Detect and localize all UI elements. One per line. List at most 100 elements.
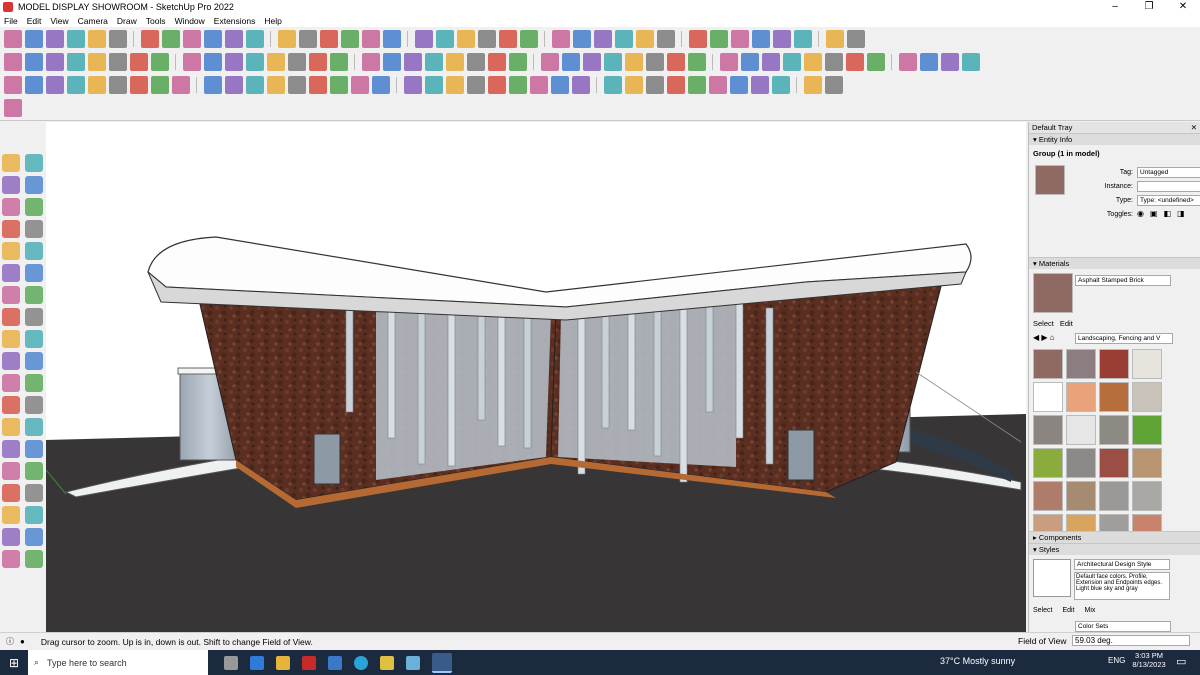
entity-info-header[interactable]: ▾ Entity Info: [1029, 133, 1200, 145]
taskbar-search-box[interactable]: ⌕ Type here to search: [28, 650, 208, 675]
left-tool-icon[interactable]: [25, 242, 43, 260]
material-preview-swatch[interactable]: [1033, 273, 1073, 313]
system-clock[interactable]: 3:03 PM 8/13/2023: [1130, 651, 1168, 669]
toolbar-tool-icon[interactable]: [689, 30, 707, 48]
left-tool-icon[interactable]: [25, 484, 43, 502]
toolbar-tool-icon[interactable]: [46, 30, 64, 48]
left-tool-icon[interactable]: [2, 418, 20, 436]
toolbar-tool-icon[interactable]: [530, 76, 548, 94]
toolbar-tool-icon[interactable]: [867, 53, 885, 71]
toolbar-tool-icon[interactable]: [794, 30, 812, 48]
toolbar-tool-icon[interactable]: [46, 53, 64, 71]
toolbar-tool-icon[interactable]: [741, 53, 759, 71]
toolbar-tool-icon[interactable]: [130, 76, 148, 94]
styles-header[interactable]: ▾ Styles: [1029, 543, 1200, 555]
toolbar-tool-icon[interactable]: [509, 53, 527, 71]
left-tool-icon[interactable]: [25, 506, 43, 524]
menu-help[interactable]: Help: [264, 16, 281, 26]
info-icon[interactable]: ⓘ: [6, 636, 14, 647]
toolbar-tool-icon[interactable]: [667, 53, 685, 71]
toolbar-tool-icon[interactable]: [172, 76, 190, 94]
toolbar-tool-icon[interactable]: [88, 76, 106, 94]
toolbar-tool-icon[interactable]: [804, 76, 822, 94]
toolbar-tool-icon[interactable]: [88, 30, 106, 48]
toolbar-tool-icon[interactable]: [4, 53, 22, 71]
styles-tab-edit[interactable]: Edit: [1062, 607, 1074, 614]
toolbar-tool-icon[interactable]: [278, 30, 296, 48]
toolbar-tool-icon[interactable]: [751, 76, 769, 94]
toolbar-tool-icon[interactable]: [499, 30, 517, 48]
left-tool-icon[interactable]: [2, 198, 20, 216]
toolbar-tool-icon[interactable]: [25, 53, 43, 71]
styles-tab-mix[interactable]: Mix: [1085, 607, 1096, 614]
toolbar-tool-icon[interactable]: [372, 76, 390, 94]
file-explorer-icon[interactable]: [276, 655, 290, 670]
left-tool-icon[interactable]: [25, 286, 43, 304]
toolbar-tool-icon[interactable]: [657, 30, 675, 48]
toolbar-tool-icon[interactable]: [25, 30, 43, 48]
menu-tools[interactable]: Tools: [146, 16, 166, 26]
left-tool-icon[interactable]: [25, 330, 43, 348]
toolbar-tool-icon[interactable]: [351, 76, 369, 94]
material-swatch[interactable]: [1033, 382, 1063, 412]
toolbar-tool-icon[interactable]: [183, 53, 201, 71]
material-swatch[interactable]: [1132, 382, 1162, 412]
toolbar-tool-icon[interactable]: [141, 30, 159, 48]
toolbar-tool-icon[interactable]: [25, 76, 43, 94]
toolbar-tool-icon[interactable]: [825, 53, 843, 71]
edge-browser-icon[interactable]: [354, 655, 368, 670]
materials-header[interactable]: ▾ Materials: [1029, 257, 1200, 269]
acrobat-app-icon[interactable]: [302, 655, 316, 670]
toolbar-tool-icon[interactable]: [488, 76, 506, 94]
left-tool-icon[interactable]: [25, 198, 43, 216]
cast-shadow-icon[interactable]: ◨: [1177, 209, 1185, 218]
toolbar-tool-icon[interactable]: [309, 53, 327, 71]
toolbar-tool-icon[interactable]: [646, 53, 664, 71]
material-swatch[interactable]: [1066, 382, 1096, 412]
toolbar-tool-icon[interactable]: [404, 53, 422, 71]
toolbar-tool-icon[interactable]: [46, 76, 64, 94]
toolbar-tool-icon[interactable]: [752, 30, 770, 48]
language-indicator[interactable]: ENG: [1108, 656, 1125, 665]
toolbar-tool-icon[interactable]: [225, 76, 243, 94]
toolbar-tool-icon[interactable]: [320, 30, 338, 48]
toolbar-tool-icon[interactable]: [383, 30, 401, 48]
toolbar-tool-icon[interactable]: [299, 30, 317, 48]
toolbar-tool-icon[interactable]: [594, 30, 612, 48]
left-tool-icon[interactable]: [25, 374, 43, 392]
toolbar-tool-icon[interactable]: [109, 30, 127, 48]
toolbar-tool-icon[interactable]: [225, 30, 243, 48]
measurements-box[interactable]: 59.03 deg.: [1072, 635, 1190, 646]
receive-shadow-icon[interactable]: ◧: [1164, 209, 1172, 218]
menu-extensions[interactable]: Extensions: [214, 16, 256, 26]
toolbar-tool-icon[interactable]: [520, 30, 538, 48]
toolbar-tool-icon[interactable]: [383, 53, 401, 71]
toolbar-tool-icon[interactable]: [425, 53, 443, 71]
left-tool-icon[interactable]: [2, 286, 20, 304]
toolbar-tool-icon[interactable]: [625, 76, 643, 94]
toolbar-tool-icon[interactable]: [772, 76, 790, 94]
toolbar-tool-icon[interactable]: [109, 53, 127, 71]
toolbar-tool-icon[interactable]: [604, 53, 622, 71]
material-swatch[interactable]: [1033, 415, 1063, 445]
toolbar-tool-icon[interactable]: [509, 76, 527, 94]
toolbar-tool-icon[interactable]: [636, 30, 654, 48]
toolbar-tool-icon[interactable]: [109, 76, 127, 94]
left-tool-icon[interactable]: [2, 154, 20, 172]
left-tool-icon[interactable]: [2, 220, 20, 238]
toolbar-tool-icon[interactable]: [467, 53, 485, 71]
toolbar-tool-icon[interactable]: [625, 53, 643, 71]
visible-toggle-icon[interactable]: ◉: [1137, 209, 1144, 218]
toolbar-tool-icon[interactable]: [341, 30, 359, 48]
toolbar-tool-icon[interactable]: [436, 30, 454, 48]
left-tool-icon[interactable]: [2, 462, 20, 480]
toolbar-tool-icon[interactable]: [720, 53, 738, 71]
left-tool-icon[interactable]: [25, 550, 43, 568]
toolbar-tool-icon[interactable]: [962, 53, 980, 71]
windows-start-icon[interactable]: ⊞: [0, 656, 28, 670]
left-tool-icon[interactable]: [2, 440, 20, 458]
left-tool-icon[interactable]: [2, 242, 20, 260]
toolbar-tool-icon[interactable]: [783, 53, 801, 71]
notification-icon[interactable]: ▭: [1176, 655, 1186, 668]
toolbar-tool-icon[interactable]: [920, 53, 938, 71]
